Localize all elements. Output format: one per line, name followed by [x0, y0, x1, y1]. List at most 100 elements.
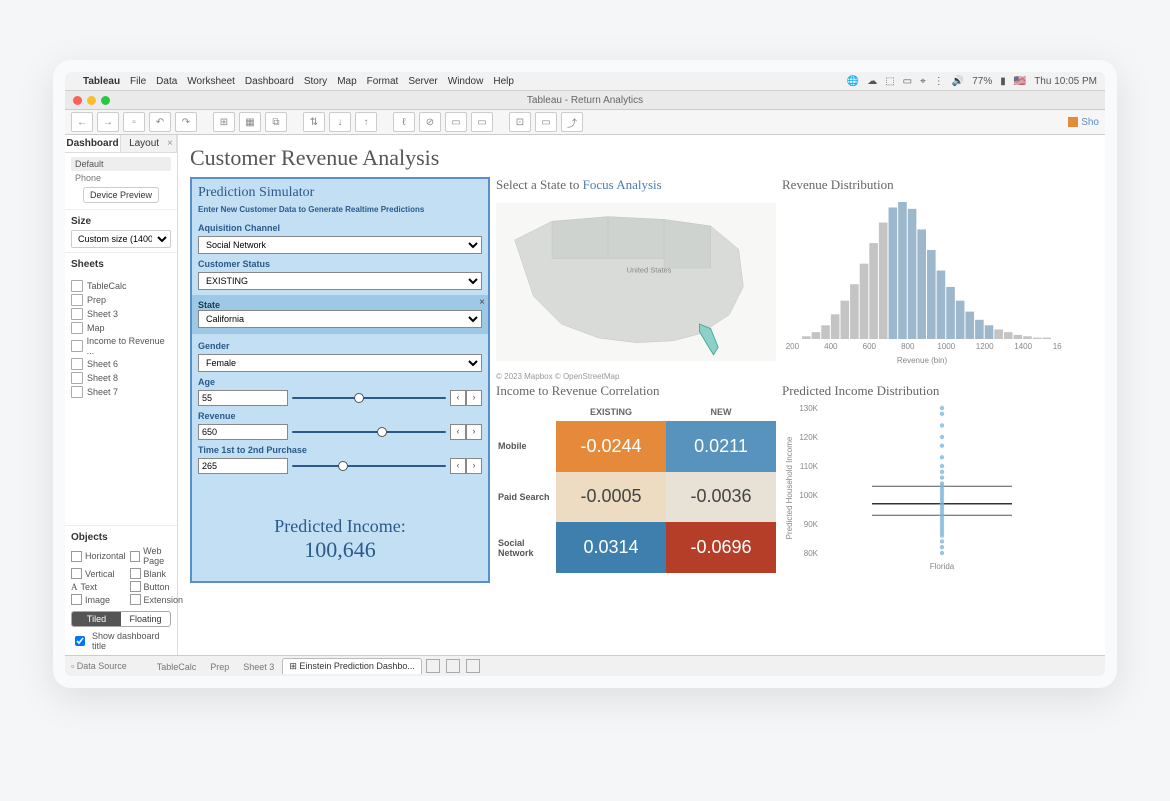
sidebar-tab-layout[interactable]: Layout×	[121, 135, 177, 152]
bluetooth-icon[interactable]: ⌖	[920, 76, 926, 87]
object-horizontal[interactable]: Horizontal	[71, 546, 126, 566]
show-title-checkbox[interactable]: Show dashboard title	[71, 631, 171, 651]
customer-status-select[interactable]: EXISTING	[198, 272, 482, 290]
duplicate-button[interactable]: ⧉	[265, 112, 287, 132]
volume-icon[interactable]: 🔊	[952, 76, 964, 87]
sheet-item[interactable]: Income to Revenue ...	[71, 335, 171, 357]
show-cards-button[interactable]: ▭	[471, 112, 493, 132]
wifi-icon[interactable]: ⋮	[934, 76, 944, 87]
menu-story[interactable]: Story	[304, 76, 327, 87]
revenue-input[interactable]	[198, 424, 288, 440]
close-icon[interactable]: ×	[479, 297, 485, 308]
object-webpage[interactable]: Web Page	[130, 546, 184, 566]
save-button[interactable]: ▫	[123, 112, 145, 132]
object-text[interactable]: AText	[71, 581, 126, 592]
sheet-item[interactable]: Sheet 7	[71, 385, 171, 399]
display-icon[interactable]: ▭	[903, 76, 912, 87]
tiled-option[interactable]: Tiled	[72, 612, 121, 626]
sheet-item[interactable]: Sheet 3	[71, 307, 171, 321]
show-labels-button[interactable]: ▭	[445, 112, 467, 132]
undo-button[interactable]: ↶	[149, 112, 171, 132]
sheet-item[interactable]: Map	[71, 321, 171, 335]
histogram-panel[interactable]: Revenue Distribution 2004006008001000120…	[782, 177, 1062, 377]
age-next-button[interactable]: ›	[466, 390, 482, 406]
new-worksheet-button[interactable]: ▦	[239, 112, 261, 132]
worksheet-tab[interactable]: TableCalc	[151, 659, 203, 674]
data-source-tab[interactable]: ▫ Data Source	[71, 661, 127, 671]
menu-format[interactable]: Format	[367, 76, 399, 87]
device-preview-button[interactable]: Device Preview	[83, 187, 159, 203]
redo-button[interactable]: ↷	[175, 112, 197, 132]
battery-icon[interactable]: ▮	[1000, 76, 1006, 87]
share-icon[interactable]: ⤴	[561, 112, 583, 132]
menu-app[interactable]: Tableau	[83, 76, 120, 87]
state-select[interactable]: California	[198, 310, 482, 328]
fit-button[interactable]: ⊡	[509, 112, 531, 132]
flag-icon[interactable]: 🇺🇸	[1014, 76, 1026, 87]
predicted-distribution-chart[interactable]: 80K90K100K110K120K130KPredicted Househol…	[782, 403, 1062, 573]
group-button[interactable]: ⊘	[419, 112, 441, 132]
show-me-button[interactable]: Sho	[1068, 117, 1099, 128]
histogram-chart[interactable]: 2004006008001000120014001600Revenue (bin…	[782, 197, 1062, 367]
nav-back-button[interactable]: ←	[71, 112, 93, 132]
sheet-item[interactable]: Prep	[71, 293, 171, 307]
age-prev-button[interactable]: ‹	[450, 390, 466, 406]
menu-data[interactable]: Data	[156, 76, 177, 87]
sheet-item[interactable]: Sheet 8	[71, 371, 171, 385]
sort-desc-button[interactable]: ↑	[355, 112, 377, 132]
new-dashboard-icon[interactable]	[446, 659, 460, 673]
time-slider[interactable]	[292, 465, 446, 467]
revenue-prev-button[interactable]: ‹	[450, 424, 466, 440]
worksheet-tab[interactable]: Sheet 3	[237, 659, 280, 674]
new-worksheet-icon[interactable]	[426, 659, 440, 673]
new-data-source-button[interactable]: ⊞	[213, 112, 235, 132]
age-slider[interactable]	[292, 397, 446, 399]
menu-file[interactable]: File	[130, 76, 146, 87]
minimize-window-button[interactable]	[87, 96, 96, 105]
time-input[interactable]	[198, 458, 288, 474]
sort-asc-button[interactable]: ↓	[329, 112, 351, 132]
correlation-matrix[interactable]: EXISTINGNEWMobile-0.02440.0211Paid Searc…	[496, 403, 776, 573]
zoom-window-button[interactable]	[101, 96, 110, 105]
menu-worksheet[interactable]: Worksheet	[187, 76, 235, 87]
menu-help[interactable]: Help	[493, 76, 514, 87]
correlation-panel[interactable]: Income to Revenue Correlation EXISTINGNE…	[496, 383, 776, 583]
object-image[interactable]: Image	[71, 594, 126, 605]
sidebar-tab-dashboard[interactable]: Dashboard	[65, 135, 121, 152]
worksheet-tab[interactable]: Prep	[204, 659, 235, 674]
menu-map[interactable]: Map	[337, 76, 356, 87]
device-default[interactable]: Default	[71, 157, 171, 171]
object-extension[interactable]: Extension	[130, 594, 184, 605]
aquisition-channel-select[interactable]: Social Network	[198, 236, 482, 254]
object-vertical[interactable]: Vertical	[71, 568, 126, 579]
time-next-button[interactable]: ›	[466, 458, 482, 474]
swap-button[interactable]: ⇅	[303, 112, 325, 132]
new-story-icon[interactable]	[466, 659, 480, 673]
menu-window[interactable]: Window	[448, 76, 484, 87]
size-select[interactable]: Custom size (1400 x 800)	[71, 230, 171, 248]
globe-icon[interactable]: 🌐	[847, 76, 859, 87]
presentation-button[interactable]: ▭	[535, 112, 557, 132]
highlight-button[interactable]: ℓ	[393, 112, 415, 132]
predicted-distribution-panel[interactable]: Predicted Income Distribution 80K90K100K…	[782, 383, 1062, 583]
sheet-item[interactable]: Sheet 6	[71, 357, 171, 371]
sheet-item[interactable]: TableCalc	[71, 279, 171, 293]
close-icon[interactable]: ×	[167, 138, 173, 149]
cloud-icon[interactable]: ☁	[867, 76, 877, 87]
revenue-slider[interactable]	[292, 431, 446, 433]
gender-select[interactable]: Female	[198, 354, 482, 372]
object-button[interactable]: Button	[130, 581, 184, 592]
nav-fwd-button[interactable]: →	[97, 112, 119, 132]
map-panel[interactable]: Select a State to Focus Analysis United …	[496, 177, 776, 377]
app-icon[interactable]: ⬚	[885, 76, 894, 87]
menu-server[interactable]: Server	[408, 76, 437, 87]
floating-option[interactable]: Floating	[121, 612, 170, 626]
object-blank[interactable]: Blank	[130, 568, 184, 579]
menu-dashboard[interactable]: Dashboard	[245, 76, 294, 87]
tile-toggle[interactable]: Tiled Floating	[71, 611, 171, 627]
revenue-next-button[interactable]: ›	[466, 424, 482, 440]
close-window-button[interactable]	[73, 96, 82, 105]
worksheet-tab-active[interactable]: ⊞ Einstein Prediction Dashbo...	[282, 658, 422, 674]
device-phone[interactable]: Phone	[71, 173, 171, 185]
time-prev-button[interactable]: ‹	[450, 458, 466, 474]
